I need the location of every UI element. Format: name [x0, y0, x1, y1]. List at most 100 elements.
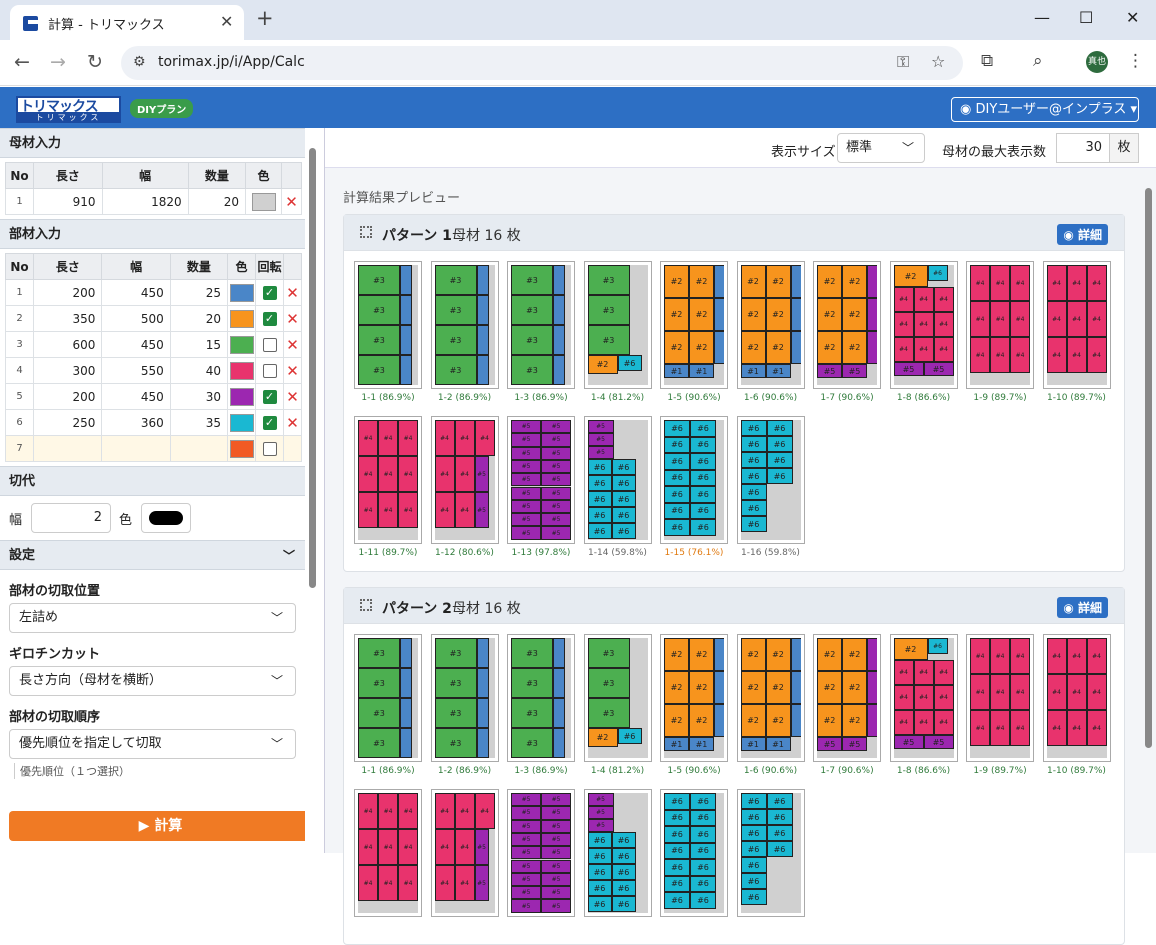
board-thumbnail[interactable]: #5 #5 #5 #6 #6 #6 #6 #6 #6 #6 #6 #6 #6 1-14 (59.8%): [583, 416, 652, 558]
color-cell[interactable]: [227, 279, 256, 306]
board-thumbnail[interactable]: #5 #5 #5 #5 #5 #5 #5 #5 #5 #5 #5 #5 #5 #5 #5 #5 #5 #5: [507, 789, 575, 921]
left-scrollbar[interactable]: [307, 130, 319, 800]
board-thumbnail[interactable]: #2 #2 #2 #2 #2 #2 #1 #1 1-5 (90.6%): [660, 261, 728, 403]
width-cell[interactable]: 550: [101, 357, 171, 384]
detail-button[interactable]: ◉ 詳細: [1057, 597, 1108, 618]
max-display-input[interactable]: 30: [1056, 133, 1110, 163]
color-cell[interactable]: [227, 409, 256, 436]
qty-cell[interactable]: 35: [169, 409, 229, 436]
cut-position-select[interactable]: 左詰め ﹀: [9, 603, 296, 633]
board-thumbnail[interactable]: #3 #3 #3 #3 1-2 (86.9%): [430, 634, 499, 776]
board-thumbnail[interactable]: #4 #4 #4 #4 #4 #4 #4 #4 #4 1-10 (89.7%): [1042, 634, 1111, 776]
color-swatch[interactable]: [251, 192, 276, 211]
board-thumbnail[interactable]: #4 #4 #4 #4 #4 #4 #4 #5 #5: [430, 789, 499, 921]
url-field[interactable]: ⚙ torimax.jp/i/App/Calc ⚿ ☆: [121, 46, 963, 80]
board-thumbnail[interactable]: #2 #2 #2 #2 #2 #2 #1 #1 1-6 (90.6%): [736, 261, 805, 403]
browser-tab[interactable]: 計算 - トリマックス ✕: [10, 5, 244, 40]
color-swatch[interactable]: [229, 439, 254, 458]
width-cell[interactable]: 450: [101, 383, 171, 410]
rotate-checkbox[interactable]: ✓: [262, 285, 277, 300]
length-cell[interactable]: 200: [32, 279, 103, 306]
length-cell[interactable]: 300: [32, 357, 103, 384]
board-thumbnail[interactable]: #2 #2 #2 #2 #2 #2 #5 #5 1-7 (90.6%): [813, 634, 881, 776]
detail-button[interactable]: ◉ 詳細: [1057, 224, 1108, 245]
minimize-icon[interactable]: —: [1034, 8, 1050, 27]
length-cell[interactable]: [32, 435, 103, 462]
kerf-width-input[interactable]: 2: [31, 503, 111, 533]
length-cell[interactable]: 350: [32, 305, 103, 332]
delete-icon[interactable]: ✕: [283, 331, 302, 358]
board-thumbnail[interactable]: #6 #6 #6 #6 #6 #6 #6 #6 #6 #6 #6 #6 #6 #6 1-15 (76.1%): [660, 416, 728, 558]
rotate-checkbox[interactable]: ✓: [262, 311, 277, 326]
rotate-checkbox[interactable]: [262, 363, 277, 378]
bookmark-star-icon[interactable]: ☆: [931, 52, 945, 71]
color-swatch[interactable]: [229, 413, 254, 432]
board-thumbnail[interactable]: #2 #2 #2 #2 #2 #2 #5 #5 1-7 (90.6%): [813, 261, 881, 403]
back-icon[interactable]: ←: [14, 51, 30, 73]
color-swatch[interactable]: [229, 387, 254, 406]
main-scrollbar[interactable]: [1143, 170, 1155, 853]
board-thumbnail[interactable]: #4 #4 #4 #4 #4 #4 #4 #4 #4 1-9 (89.7%): [966, 261, 1034, 403]
app-logo[interactable]: トリマックス トリマックス: [16, 96, 121, 123]
width-cell[interactable]: 360: [101, 409, 171, 436]
qty-cell[interactable]: 20: [169, 305, 229, 332]
length-cell[interactable]: 910: [33, 188, 103, 215]
qty-cell[interactable]: 20: [187, 188, 247, 215]
color-swatch[interactable]: [229, 361, 254, 380]
rotate-checkbox[interactable]: [262, 337, 277, 352]
board-thumbnail[interactable]: #2 #6 #4 #4 #4 #4 #4 #4 #4 #4 #4 #5 #5 1-8 (86.6%): [889, 634, 958, 776]
board-thumbnail[interactable]: #3 #3 #3 #2 #6 1-4 (81.2%): [583, 261, 652, 403]
color-cell[interactable]: [227, 383, 256, 410]
board-thumbnail[interactable]: #3 #3 #3 #3 1-2 (86.9%): [430, 261, 499, 403]
width-cell[interactable]: 450: [101, 279, 171, 306]
browser-menu-icon[interactable]: ⋮: [1127, 51, 1144, 71]
rotate-checkbox[interactable]: ✓: [262, 415, 277, 430]
board-thumbnail[interactable]: #4 #4 #4 #4 #4 #4 #4 #4 #4 1-10 (89.7%): [1042, 261, 1111, 403]
delete-icon[interactable]: ✕: [283, 305, 302, 332]
delete-icon[interactable]: ✕: [283, 357, 302, 384]
board-thumbnail[interactable]: #2 #2 #2 #2 #2 #2 #1 #1 1-6 (90.6%): [736, 634, 805, 776]
settings-section-title[interactable]: 設定 ﹀: [0, 540, 305, 570]
board-thumbnail[interactable]: #4 #4 #4 #4 #4 #4 #4 #5 #5 1-12 (80.6%): [430, 416, 499, 558]
qty-cell[interactable]: 30: [169, 383, 229, 410]
site-settings-icon[interactable]: ⚙: [133, 54, 146, 70]
width-cell[interactable]: 500: [101, 305, 171, 332]
tab-search-icon[interactable]: ⌕: [1033, 51, 1043, 71]
width-cell[interactable]: [101, 435, 171, 462]
rotate-checkbox[interactable]: ✓: [262, 389, 277, 404]
color-cell[interactable]: [227, 357, 256, 384]
color-cell[interactable]: [227, 435, 256, 462]
board-thumbnail[interactable]: #4 #4 #4 #4 #4 #4 #4 #4 #4 1-9 (89.7%): [966, 634, 1034, 776]
color-cell[interactable]: [227, 305, 256, 332]
length-cell[interactable]: 600: [32, 331, 103, 358]
profile-avatar[interactable]: 真也: [1086, 51, 1108, 73]
board-thumbnail[interactable]: #5 #5 #5 #5 #5 #5 #5 #5 #5 #5 #5 #5 #5 #5 #5 #5 #5 #5 1-13…: [507, 416, 575, 558]
delete-icon[interactable]: ✕: [283, 279, 302, 306]
board-thumbnail[interactable]: #4 #4 #4 #4 #4 #4 #4 #4 #4 1-11 (89.7%): [354, 416, 422, 558]
color-cell[interactable]: [245, 188, 282, 215]
board-thumbnail[interactable]: #5 #5 #5 #6 #6 #6 #6 #6 #6 #6 #6 #6 #6: [583, 789, 652, 921]
board-thumbnail[interactable]: #3 #3 #3 #3 1-1 (86.9%): [354, 261, 422, 403]
display-size-select[interactable]: 標準 ﹀: [837, 133, 925, 163]
color-cell[interactable]: [227, 331, 256, 358]
board-thumbnail[interactable]: #2 #6 #4 #4 #4 #4 #4 #4 #4 #4 #4 #5 #5 1-8 (86.6%): [889, 261, 958, 403]
rotate-checkbox[interactable]: [262, 441, 277, 456]
color-swatch[interactable]: [229, 335, 254, 354]
calculate-button[interactable]: ▶ 計算: [9, 811, 305, 841]
board-thumbnail[interactable]: #6 #6 #6 #6 #6 #6 #6 #6 #6 #6 #6: [736, 789, 805, 921]
board-thumbnail[interactable]: #3 #3 #3 #3 1-3 (86.9%): [507, 261, 575, 403]
qty-cell[interactable]: 25: [169, 279, 229, 306]
kerf-color-picker[interactable]: [141, 503, 191, 533]
board-thumbnail[interactable]: #2 #2 #2 #2 #2 #2 #1 #1 1-5 (90.6%): [660, 634, 728, 776]
width-cell[interactable]: 450: [101, 331, 171, 358]
board-thumbnail[interactable]: #4 #4 #4 #4 #4 #4 #4 #4 #4: [354, 789, 422, 921]
board-thumbnail[interactable]: #6 #6 #6 #6 #6 #6 #6 #6 #6 #6 #6 #6 #6 #6: [660, 789, 728, 921]
length-cell[interactable]: 200: [32, 383, 103, 410]
board-thumbnail[interactable]: #3 #3 #3 #3 1-1 (86.9%): [354, 634, 422, 776]
qty-cell[interactable]: 15: [169, 331, 229, 358]
length-cell[interactable]: 250: [32, 409, 103, 436]
extensions-icon[interactable]: ⧉: [981, 51, 993, 71]
new-tab-icon[interactable]: +: [256, 6, 274, 30]
color-swatch[interactable]: [229, 309, 254, 328]
forward-icon[interactable]: →: [50, 51, 66, 73]
